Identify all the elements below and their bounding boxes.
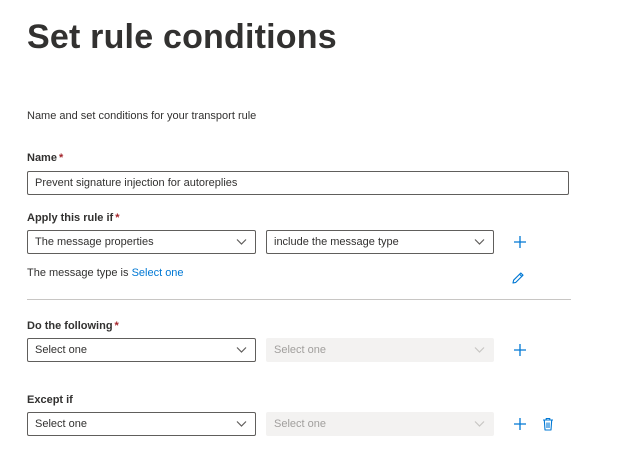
- name-label-row: Name *: [27, 152, 63, 164]
- chevron-down-icon: [474, 239, 485, 245]
- select-message-type-link[interactable]: Select one: [132, 267, 184, 279]
- do-following-label-row: Do the following *: [27, 320, 119, 332]
- chevron-down-icon: [474, 421, 485, 427]
- chevron-down-icon: [236, 421, 247, 427]
- add-condition-plus-icon[interactable]: [513, 235, 527, 249]
- do-following-label: Do the following: [27, 320, 113, 332]
- exception-dropdown-value: Select one: [35, 418, 87, 430]
- required-marker: *: [58, 152, 64, 164]
- chevron-down-icon: [236, 239, 247, 245]
- predicate-dropdown-value: include the message type: [274, 236, 399, 248]
- apply-rule-label-row: Apply this rule if *: [27, 212, 119, 224]
- section-divider: [27, 299, 571, 300]
- predicate-dropdown[interactable]: include the message type: [266, 230, 494, 254]
- message-type-row: The message type is Select one: [27, 267, 184, 279]
- set-rule-conditions-page: Set rule conditions Name and set conditi…: [0, 0, 628, 471]
- exception-dropdown[interactable]: Select one: [27, 412, 256, 436]
- delete-exception-trash-icon[interactable]: [542, 417, 554, 431]
- add-exception-plus-icon[interactable]: [513, 417, 527, 431]
- page-title: Set rule conditions: [27, 18, 337, 56]
- except-if-label-row: Except if: [27, 394, 73, 406]
- add-action-plus-icon[interactable]: [513, 343, 527, 357]
- action-dropdown-value: Select one: [35, 344, 87, 356]
- condition-dropdown[interactable]: The message properties: [27, 230, 256, 254]
- apply-rule-label: Apply this rule if: [27, 212, 114, 224]
- required-marker: *: [114, 320, 119, 332]
- action-dropdown[interactable]: Select one: [27, 338, 256, 362]
- action-detail-dropdown: Select one: [266, 338, 494, 362]
- required-marker: *: [115, 212, 120, 224]
- action-detail-dropdown-value: Select one: [274, 344, 326, 356]
- name-input[interactable]: Prevent signature injection for autorepl…: [27, 171, 569, 195]
- edit-pencil-icon[interactable]: [511, 271, 525, 285]
- chevron-down-icon: [474, 347, 485, 353]
- condition-dropdown-value: The message properties: [35, 236, 154, 248]
- exception-detail-dropdown-value: Select one: [274, 418, 326, 430]
- except-if-label: Except if: [27, 394, 73, 406]
- page-description: Name and set conditions for your transpo…: [27, 110, 257, 122]
- name-label: Name: [27, 152, 57, 164]
- message-type-prefix: The message type is: [27, 267, 129, 279]
- exception-detail-dropdown: Select one: [266, 412, 494, 436]
- chevron-down-icon: [236, 347, 247, 353]
